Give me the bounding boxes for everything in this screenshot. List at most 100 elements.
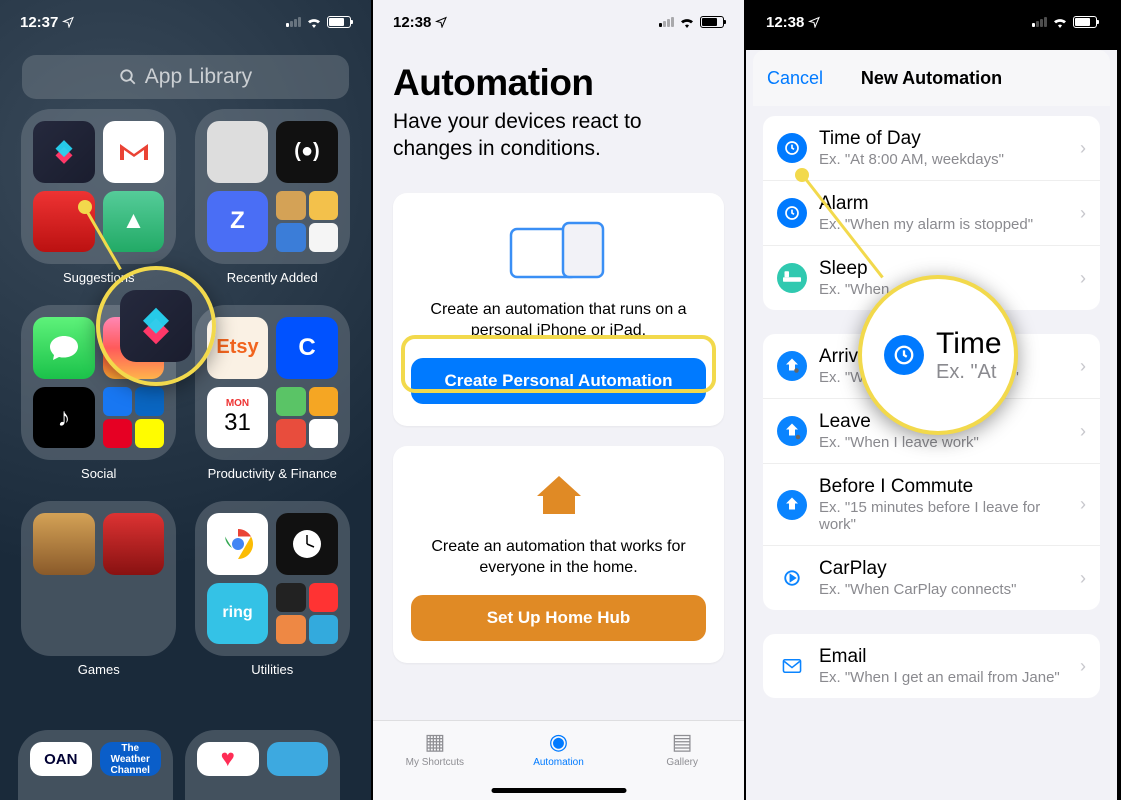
zoom-title: Time xyxy=(936,327,1002,361)
search-placeholder: App Library xyxy=(145,65,252,89)
folder-label: Games xyxy=(78,662,120,677)
game-icon[interactable] xyxy=(33,513,95,575)
folder-partial[interactable]: OAN TheWeatherChannel xyxy=(18,730,173,800)
clock-icon[interactable] xyxy=(276,513,338,575)
search-icon xyxy=(119,68,137,86)
page-title: Automation xyxy=(393,62,724,104)
app-icon[interactable]: Z xyxy=(207,191,269,253)
game-icon[interactable] xyxy=(103,513,165,575)
sheet-header: Cancel New Automation xyxy=(753,50,1110,106)
chevron-right-icon: › xyxy=(1080,268,1086,289)
app-icon[interactable] xyxy=(207,121,269,183)
gmail-icon[interactable] xyxy=(103,121,165,183)
mini-apps[interactable] xyxy=(276,583,338,645)
highlight-circle: Time Ex. "At xyxy=(858,275,1018,435)
chevron-right-icon: › xyxy=(1080,568,1086,589)
folder-label: Social xyxy=(81,466,116,481)
app-icon[interactable] xyxy=(267,742,329,776)
status-bar: 12:38 xyxy=(746,0,1117,44)
shortcuts-app-icon[interactable] xyxy=(33,121,95,183)
chevron-right-icon: › xyxy=(1080,421,1086,442)
signal-icon xyxy=(286,17,301,27)
chevron-right-icon: › xyxy=(1080,356,1086,377)
wifi-icon xyxy=(306,16,322,28)
cancel-button[interactable]: Cancel xyxy=(767,68,823,89)
oan-icon[interactable]: OAN xyxy=(30,742,92,776)
mini-apps[interactable] xyxy=(276,387,338,449)
arrive-icon xyxy=(777,351,807,381)
folder-label: Utilities xyxy=(251,662,293,677)
trigger-subtitle: Ex. "15 minutes before I leave for work" xyxy=(819,499,1080,533)
mail-icon xyxy=(777,651,807,681)
app-icon[interactable]: ▲ xyxy=(103,191,165,253)
tiktok-icon[interactable]: ♪ xyxy=(33,387,95,449)
clock-icon xyxy=(777,133,807,163)
trigger-subtitle: Ex. "When CarPlay connects" xyxy=(819,581,1080,598)
highlight-dot xyxy=(795,168,809,182)
set-up-home-hub-button[interactable]: Set Up Home Hub xyxy=(411,595,706,641)
battery-icon xyxy=(1073,16,1097,28)
folders-grid: ▲ Suggestions (●) Z Recently Added ♪ Soc… xyxy=(0,109,371,677)
leave-icon xyxy=(777,416,807,446)
tab-my-shortcuts[interactable]: ▦ My Shortcuts xyxy=(373,729,497,800)
chevron-right-icon: › xyxy=(1080,656,1086,677)
highlight-dot xyxy=(78,200,92,214)
chevron-right-icon: › xyxy=(1080,138,1086,159)
automation-icon: ◉ xyxy=(497,729,621,755)
phone-automation: 12:38 Automation Have your devices react… xyxy=(373,0,746,800)
trigger-subtitle: Ex. "When my alarm is stopped" xyxy=(819,216,1080,233)
folder-games[interactable]: Games xyxy=(18,501,180,677)
trigger-subtitle: Ex. "When I leave work" xyxy=(819,434,1080,451)
chevron-right-icon: › xyxy=(1080,494,1086,515)
status-bar: 12:37 xyxy=(0,0,371,44)
chrome-icon[interactable] xyxy=(207,513,269,575)
status-time: 12:37 xyxy=(20,14,58,31)
battery-icon xyxy=(700,16,724,28)
personal-automation-card: Create an automation that runs on a pers… xyxy=(393,193,724,426)
ring-icon[interactable]: ring xyxy=(207,583,269,645)
trigger-title: CarPlay xyxy=(819,558,1080,580)
trigger-title: Email xyxy=(819,646,1080,668)
home-indicator[interactable] xyxy=(491,788,626,793)
zoom-subtitle: Ex. "At xyxy=(936,361,1002,384)
status-time: 12:38 xyxy=(766,14,804,31)
search-input[interactable]: App Library xyxy=(22,55,349,99)
app-icon[interactable]: (●) xyxy=(276,121,338,183)
status-bar: 12:38 xyxy=(373,0,744,44)
health-icon[interactable]: ♥ xyxy=(197,742,259,776)
trigger-group-communication: Email Ex. "When I get an email from Jane… xyxy=(763,634,1100,698)
grid-icon: ▦ xyxy=(373,729,497,755)
shortcuts-app-icon-large xyxy=(120,290,192,362)
messages-icon[interactable] xyxy=(33,317,95,379)
home-illustration xyxy=(411,474,706,516)
page-subtitle: Have your devices react to changes in co… xyxy=(393,108,724,163)
trigger-row-carplay[interactable]: CarPlay Ex. "When CarPlay connects" › xyxy=(763,546,1100,610)
trigger-subtitle: Ex. "At 8:00 AM, weekdays" xyxy=(819,151,1080,168)
sheet-title: New Automation xyxy=(861,68,1002,89)
mini-apps[interactable] xyxy=(276,191,338,253)
coinbase-icon[interactable]: C xyxy=(276,317,338,379)
wifi-icon xyxy=(1052,16,1068,28)
chevron-right-icon: › xyxy=(1080,203,1086,224)
folder-utilities[interactable]: ring Utilities xyxy=(192,501,354,677)
folder-partial[interactable]: ♥ xyxy=(185,730,340,800)
location-icon xyxy=(808,16,820,28)
battery-icon xyxy=(327,16,351,28)
highlight-circle xyxy=(96,266,216,386)
phone-app-library: 12:37 App Library ▲ Suggestio xyxy=(0,0,373,800)
trigger-subtitle: Ex. "When I get an email from Jane" xyxy=(819,669,1080,686)
mini-apps[interactable] xyxy=(103,387,165,449)
folder-recently-added[interactable]: (●) Z Recently Added xyxy=(192,109,354,285)
trigger-row-time-of-day[interactable]: Time of Day Ex. "At 8:00 AM, weekdays" › xyxy=(763,116,1100,181)
folder-suggestions[interactable]: ▲ Suggestions xyxy=(18,109,180,285)
trigger-row-before-i-commute[interactable]: Before I Commute Ex. "15 minutes before … xyxy=(763,464,1100,546)
signal-icon xyxy=(1032,17,1047,27)
commute-icon xyxy=(777,490,807,520)
carplay-icon xyxy=(777,563,807,593)
tab-gallery[interactable]: ▤ Gallery xyxy=(620,729,744,800)
folder-label: Recently Added xyxy=(227,270,318,285)
weather-channel-icon[interactable]: TheWeatherChannel xyxy=(100,742,162,776)
trigger-row-email[interactable]: Email Ex. "When I get an email from Jane… xyxy=(763,634,1100,698)
home-automation-card: Create an automation that works for ever… xyxy=(393,446,724,663)
calendar-icon[interactable]: MON31 xyxy=(207,387,269,449)
